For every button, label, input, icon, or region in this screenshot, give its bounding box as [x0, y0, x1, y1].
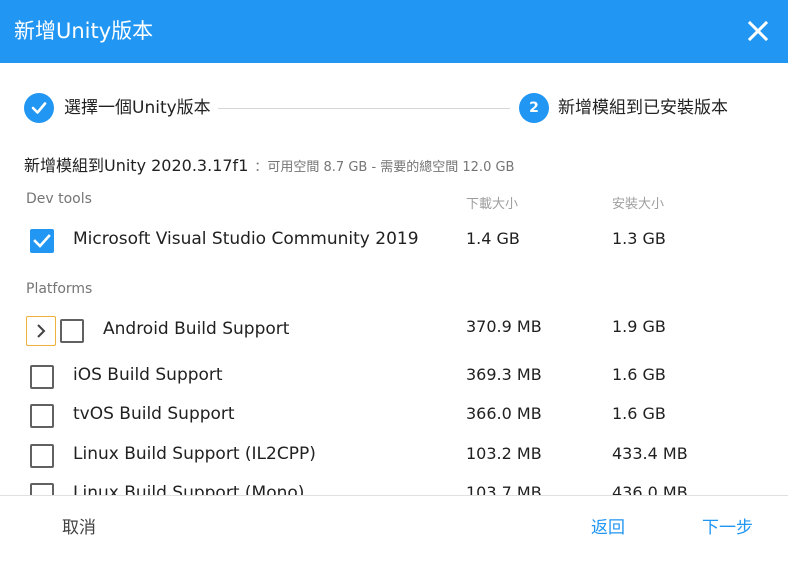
module-checkbox[interactable] — [30, 365, 54, 389]
module-checkbox[interactable] — [30, 483, 54, 495]
chevron-right-icon — [37, 324, 46, 338]
section-header-dev-tools: Dev tools — [26, 191, 92, 207]
dialog-title: 新增Unity版本 — [14, 19, 154, 43]
stepper: 選擇一個Unity版本 2 新增模組到已安裝版本 — [0, 63, 788, 153]
summary-title: 新增模組到Unity 2020.3.17f1 — [24, 156, 249, 175]
dialog-titlebar: 新增Unity版本 — [0, 0, 788, 63]
stepper-divider — [218, 108, 510, 109]
module-download-size: 369.3 MB — [466, 365, 542, 384]
module-checkbox[interactable] — [30, 404, 54, 428]
module-download-size: 370.9 MB — [466, 317, 542, 336]
column-header-download-size: 下載大小 — [466, 197, 519, 212]
cancel-button[interactable]: 取消 — [62, 516, 96, 540]
module-list[interactable]: Dev tools 下載大小 安裝大小 Microsoft Visual Stu… — [0, 185, 788, 495]
module-install-size: 1.3 GB — [612, 229, 666, 248]
step-2-label: 新增模組到已安裝版本 — [558, 98, 728, 118]
column-header-install-size: 安裝大小 — [612, 197, 665, 212]
module-checkbox[interactable] — [60, 319, 84, 343]
module-row-linux-mono[interactable]: Linux Build Support (Mono) 103.7 MB 436.… — [0, 479, 788, 495]
back-button[interactable]: 返回 — [591, 516, 625, 540]
module-name: Linux Build Support (Mono) — [73, 483, 305, 495]
module-name: Microsoft Visual Studio Community 2019 — [73, 229, 419, 249]
section-header-platforms: Platforms — [26, 281, 93, 297]
dialog-footer: 取消 返回 下一步 — [0, 495, 788, 570]
summary-space-info: ：可用空間 8.7 GB - 需要的總空間 12.0 GB — [254, 160, 515, 175]
module-download-size: 103.7 MB — [466, 483, 542, 495]
module-row-ios[interactable]: iOS Build Support 369.3 MB 1.6 GB — [0, 361, 788, 393]
module-download-size: 366.0 MB — [466, 404, 542, 423]
module-install-size: 436.0 MB — [612, 483, 688, 495]
module-row-visual-studio[interactable]: Microsoft Visual Studio Community 2019 1… — [0, 225, 788, 257]
module-install-size: 433.4 MB — [612, 444, 688, 463]
module-checkbox[interactable] — [30, 444, 54, 468]
module-summary: 新增模組到Unity 2020.3.17f1 ：可用空間 8.7 GB - 需要的… — [24, 154, 514, 180]
module-name: tvOS Build Support — [73, 404, 235, 424]
module-install-size: 1.6 GB — [612, 404, 666, 423]
next-button[interactable]: 下一步 — [702, 516, 753, 540]
module-install-size: 1.6 GB — [612, 365, 666, 384]
step-2-number-marker: 2 — [519, 93, 549, 123]
module-name: Android Build Support — [103, 319, 290, 339]
step-1-label: 選擇一個Unity版本 — [64, 98, 211, 118]
module-checkbox[interactable] — [30, 229, 54, 253]
module-download-size: 103.2 MB — [466, 444, 542, 463]
module-download-size: 1.4 GB — [466, 229, 520, 248]
check-icon — [31, 102, 47, 114]
close-icon[interactable] — [744, 17, 772, 45]
step-1-complete-marker — [24, 93, 54, 123]
module-install-size: 1.9 GB — [612, 317, 666, 336]
module-row-android[interactable]: Android Build Support 370.9 MB 1.9 GB — [0, 315, 788, 347]
module-row-linux-il2cpp[interactable]: Linux Build Support (IL2CPP) 103.2 MB 43… — [0, 440, 788, 472]
module-row-tvos[interactable]: tvOS Build Support 366.0 MB 1.6 GB — [0, 400, 788, 432]
module-name: iOS Build Support — [73, 365, 223, 385]
module-name: Linux Build Support (IL2CPP) — [73, 444, 316, 464]
check-icon — [33, 234, 51, 248]
expand-button[interactable] — [26, 316, 56, 346]
